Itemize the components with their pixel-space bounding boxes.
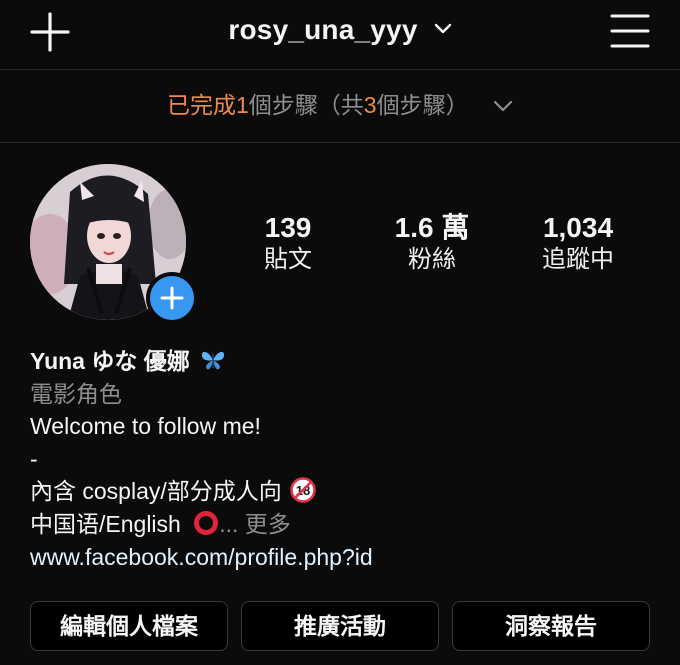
edit-profile-button[interactable]: 編輯個人檔案 [30,601,228,651]
steps-done-count: 1 [236,92,249,118]
steps-total-suffix: 個步驟） [376,92,469,118]
display-name: Yuna ゆな 優娜 [30,348,190,374]
following-count: 1,034 [542,212,614,243]
followers-count: 1.6 萬 [394,212,470,243]
bio-ellipsis: ... [219,510,245,537]
hamburger-menu-icon[interactable] [610,13,650,49]
chevron-down-icon [434,23,451,34]
promotions-button[interactable]: 推廣活動 [241,601,439,651]
bio-line-welcome: Welcome to follow me! [30,413,261,440]
bio-line-dash: - [30,445,38,472]
steps-total-prefix: （共 [317,92,364,118]
add-story-button[interactable] [146,272,198,324]
followers-label: 粉絲 [408,246,456,273]
posts-count: 139 [264,212,312,243]
following-label: 追蹤中 [542,246,614,273]
profile-steps-banner[interactable]: 已完成1個步驟（共3個步驟） [0,70,680,142]
hollow-red-circle-icon [194,510,219,535]
stat-posts[interactable]: 139 貼文 [238,212,338,276]
bio-line-content: 內含 cosplay/部分成人向 [30,478,282,505]
banner-divider [0,142,680,143]
profile-bio: Yuna ゆな 優娜 電影角色 Welcome to follow me! - … [30,345,660,573]
profile-category: 電影角色 [30,380,122,407]
account-switcher[interactable]: rosy_una_yyy [0,14,680,46]
stat-followers[interactable]: 1.6 萬 粉絲 [372,212,492,276]
bio-website-link[interactable]: www.facebook.com/profile.php?id [30,541,660,574]
insights-button[interactable]: 洞察報告 [452,601,650,651]
posts-label: 貼文 [264,246,312,273]
chevron-down-icon [493,100,513,112]
steps-unit-text: 個步驟 [248,92,318,118]
no-one-under-18-icon: 18 [290,477,316,504]
butterfly-icon [202,351,225,370]
steps-done-text: 已完成 [167,92,236,118]
username: rosy_una_yyy [228,14,418,45]
top-bar: rosy_una_yyy [0,0,680,68]
bio-line-languages: 中国语/English [30,510,181,537]
steps-total-count: 3 [363,92,377,118]
bio-more-link[interactable]: 更多 [245,511,291,537]
add-icon [160,286,184,310]
stat-following[interactable]: 1,034 追蹤中 [522,212,634,276]
